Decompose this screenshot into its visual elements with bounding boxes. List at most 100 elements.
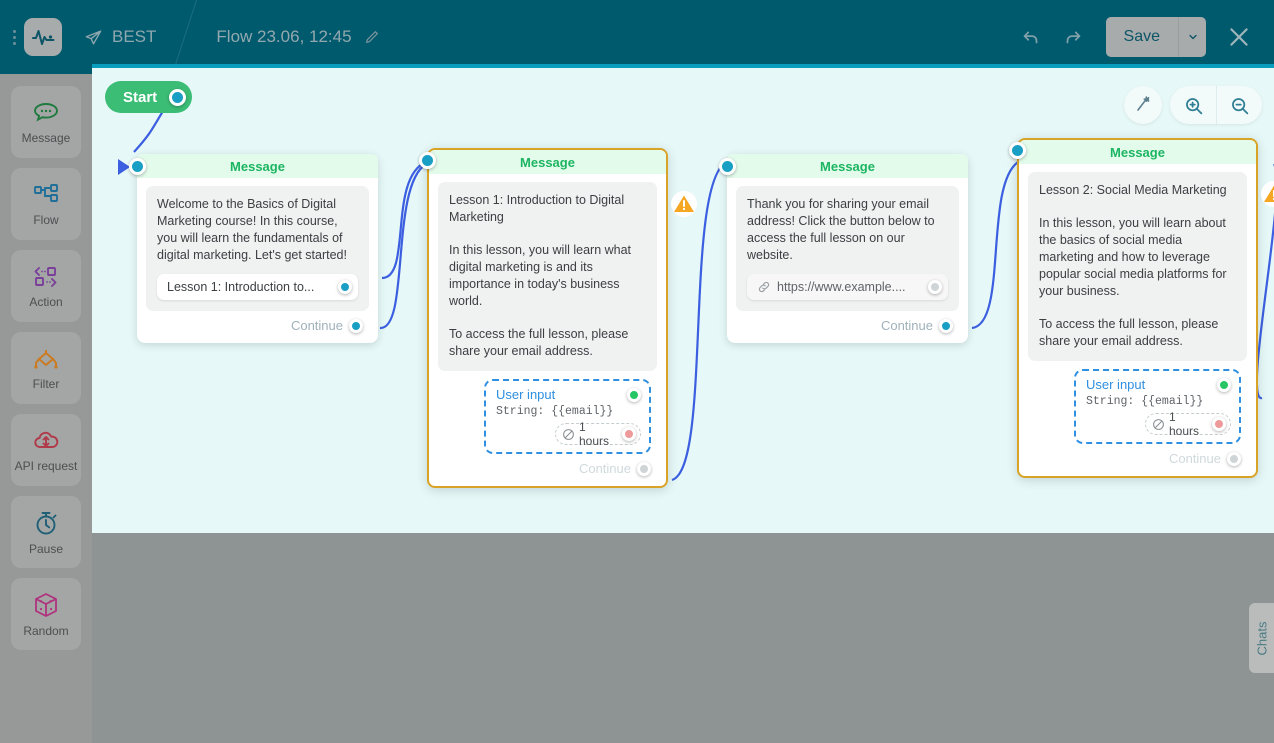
continue-output-port[interactable]: [637, 461, 651, 476]
user-input-success-port[interactable]: [627, 387, 641, 402]
node-body: Lesson 2: Social Media Marketing In this…: [1019, 164, 1256, 476]
sidebar-item-filter[interactable]: Filter: [11, 332, 81, 404]
save-button[interactable]: Save: [1105, 17, 1178, 57]
user-input-timeout-label: 1 hours: [579, 420, 610, 448]
message-bubble: Welcome to the Basics of Digital Marketi…: [146, 186, 369, 311]
flow-tree-icon: [34, 183, 58, 202]
close-button[interactable]: [1216, 14, 1262, 60]
continue-row[interactable]: Continue: [146, 311, 369, 337]
drag-handle-icon[interactable]: [4, 17, 24, 57]
sidebar-item-flow[interactable]: Flow: [11, 168, 81, 240]
sidebar-item-random[interactable]: Random: [11, 578, 81, 650]
continue-label: Continue: [578, 461, 631, 476]
continue-output-port[interactable]: [939, 318, 953, 333]
save-options-button[interactable]: [1178, 17, 1206, 57]
flow-canvas[interactable]: Start Message Welcome to the Basics of D…: [92, 68, 1274, 533]
user-input-header: User input: [1086, 377, 1231, 392]
message-paragraph: In this lesson, you will learn what digi…: [449, 243, 632, 308]
node-body: Thank you for sharing your email address…: [727, 178, 968, 343]
undo-arrow-icon: [1023, 31, 1037, 44]
message-paragraph: To access the full lesson, please share …: [449, 327, 629, 358]
warning-triangle-icon: [1261, 181, 1274, 207]
node-input-port[interactable]: [419, 152, 436, 169]
node-header: Message: [429, 150, 666, 174]
no-entry-icon: [563, 428, 574, 440]
undo-button[interactable]: [1010, 17, 1052, 57]
zoom-in-button[interactable]: [1170, 86, 1216, 124]
pencil-icon[interactable]: [364, 29, 380, 45]
node-warning-badge[interactable]: [1260, 180, 1274, 213]
sidebar-item-label: Filter: [32, 376, 60, 391]
start-output-port[interactable]: [169, 88, 187, 106]
redo-button[interactable]: [1052, 17, 1094, 57]
chats-panel-tab[interactable]: Chats: [1249, 603, 1274, 673]
sidebar-item-api-request[interactable]: API request: [11, 414, 81, 486]
user-input-type: String: {{email}}: [1086, 395, 1204, 408]
node-input-port[interactable]: [129, 158, 146, 175]
message-node[interactable]: Message Welcome to the Basics of Digital…: [118, 154, 378, 343]
no-entry-icon: [1153, 418, 1164, 430]
node-warning-badge[interactable]: [670, 190, 698, 223]
sidebar-item-action[interactable]: Action: [11, 250, 81, 322]
message-paragraph: To access the full lesson, please share …: [1039, 317, 1219, 348]
message-node[interactable]: Message Thank you for sharing your email…: [719, 154, 968, 343]
node-input-port[interactable]: [719, 158, 736, 175]
user-input-title: User input: [496, 387, 556, 402]
node-header: Message: [727, 154, 968, 178]
pulse-logo-icon[interactable]: [24, 18, 62, 56]
canvas-toolbar: [1124, 86, 1262, 124]
message-paragraph: Welcome to the Basics of Digital Marketi…: [157, 197, 347, 262]
node-title: Message: [1110, 144, 1165, 160]
user-input-timeout[interactable]: 1 hours: [1145, 410, 1231, 438]
url-button[interactable]: https://www.example....: [747, 274, 948, 300]
top-toolbar: BEST Flow 23.06, 12:45 Save: [0, 0, 1274, 74]
workspace-breadcrumb[interactable]: BEST: [84, 27, 156, 47]
node-input-port[interactable]: [1009, 142, 1026, 159]
continue-row[interactable]: Continue: [438, 454, 657, 480]
action-code-icon: [34, 266, 57, 287]
user-input-timeout[interactable]: 1 hours: [555, 420, 641, 448]
start-node[interactable]: Start: [105, 81, 193, 113]
user-input-timeout-port[interactable]: [622, 427, 636, 441]
breadcrumb-separator: [170, 0, 210, 74]
user-input-type: String: {{email}}: [496, 405, 614, 418]
message-paragraph: Lesson 1: Introduction to Digital Market…: [449, 193, 625, 224]
node-header: Message: [137, 154, 378, 178]
zoom-controls: [1170, 86, 1262, 124]
user-input-success-port[interactable]: [1217, 377, 1231, 392]
message-node[interactable]: Message Lesson 1: Introduction to Digita…: [419, 148, 697, 488]
zoom-out-icon: [1232, 97, 1249, 114]
message-bubble: Lesson 1: Introduction to Digital Market…: [438, 182, 657, 371]
start-label: Start: [123, 88, 158, 106]
filter-diamond-icon: [34, 349, 58, 369]
message-paragraph: Thank you for sharing your email address…: [747, 197, 935, 262]
sidebar-item-label: API request: [14, 458, 78, 473]
sidebar-item-pause[interactable]: Pause: [11, 496, 81, 568]
continue-output-port[interactable]: [1227, 451, 1241, 466]
sidebar-item-message[interactable]: Message: [11, 86, 81, 158]
close-x-icon: [1230, 28, 1248, 46]
reply-button[interactable]: Lesson 1: Introduction to...: [157, 274, 358, 300]
api-cloud-icon: [34, 431, 59, 448]
message-paragraph: Lesson 2: Social Media Marketing: [1039, 183, 1227, 197]
continue-label: Continue: [1168, 451, 1221, 466]
user-input-block[interactable]: User input String: {{email}} 1 hours: [484, 379, 651, 454]
continue-row[interactable]: Continue: [736, 311, 959, 337]
user-input-title: User input: [1086, 377, 1146, 392]
url-button-port[interactable]: [928, 280, 942, 294]
stopwatch-icon: [36, 511, 57, 534]
continue-output-port[interactable]: [349, 318, 363, 333]
continue-row[interactable]: Continue: [1028, 444, 1247, 470]
user-input-timeout-port[interactable]: [1212, 417, 1226, 431]
zoom-out-button[interactable]: [1216, 86, 1262, 124]
message-node[interactable]: Message Lesson 2: Social Media Marketing…: [1009, 138, 1274, 478]
message-paragraph: In this lesson, you will learn about the…: [1039, 216, 1227, 298]
reply-button-label: Lesson 1: Introduction to...: [167, 280, 315, 294]
flow-title: Flow 23.06, 12:45: [216, 27, 352, 46]
chats-tab-label: Chats: [1254, 621, 1269, 655]
auto-layout-button[interactable]: [1124, 86, 1162, 124]
user-input-block[interactable]: User input String: {{email}} 1 hours: [1074, 369, 1241, 444]
reply-button-output-port[interactable]: [338, 280, 352, 294]
topbar-actions: Save: [1010, 14, 1274, 60]
node-title: Message: [820, 158, 875, 174]
